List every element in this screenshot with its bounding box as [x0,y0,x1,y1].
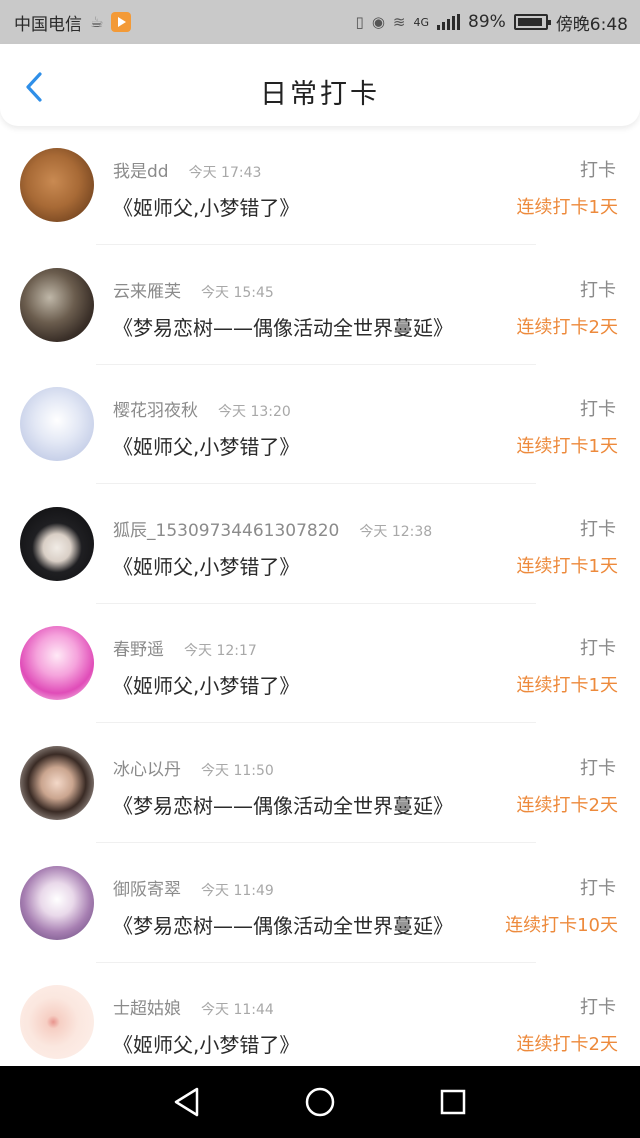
course-title: 《姬师父,小梦错了》 [113,674,300,699]
checkin-type: 打卡 [580,997,616,1019]
checkin-type: 打卡 [580,638,616,660]
course-title: 《梦易恋树——偶像活动全世界蔓延》 [113,913,453,938]
checkin-type: 打卡 [580,399,616,421]
username[interactable]: 樱花羽夜秋 [113,396,198,421]
username[interactable]: 云来雁芙 [113,277,181,302]
username[interactable]: 狐辰_15309734461307820 [113,516,339,541]
avatar[interactable] [20,148,94,222]
checkin-type: 打卡 [580,757,616,779]
battery-percent: 89% [468,12,506,32]
list-item[interactable]: 春野遥 今天 12:17 《姬师父,小梦错了》 打卡 连续打卡1天 [0,604,640,724]
timestamp: 今天 17:43 [188,165,262,181]
list-item[interactable]: 我是dd 今天 17:43 《姬师父,小梦错了》 打卡 连续打卡1天 [0,126,640,246]
item-meta: 樱花羽夜秋 今天 13:20 [113,396,291,421]
wifi-icon: ≋ [392,13,406,31]
item-meta: 云来雁芙 今天 15:45 [113,277,274,302]
network-type: 4G [413,15,430,29]
streak-label: 连续打卡1天 [516,675,618,697]
header: 日常打卡 [0,44,640,126]
item-meta: 御阪寄翠 今天 11:49 [113,875,274,900]
avatar[interactable] [20,387,94,462]
recents-square-icon [441,1089,466,1115]
course-title: 《姬师父,小梦错了》 [113,196,300,220]
streak-label: 连续打卡1天 [516,555,618,577]
timestamp: 今天 11:44 [201,1002,274,1019]
status-bar: 中国电信 ☕ ▯ ◉ ≋ 4G 89% 傍晚6:48 [0,0,640,44]
list-item[interactable]: 云来雁芙 今天 15:45 《梦易恋树——偶像活动全世界蔓延》 打卡 连续打卡2… [0,246,640,366]
checkin-list: 我是dd 今天 17:43 《姬师父,小梦错了》 打卡 连续打卡1天 云来雁芙 … [0,126,640,1083]
streak-label: 连续打卡2天 [516,1034,618,1056]
course-title: 《梦易恋树——偶像活动全世界蔓延》 [113,315,453,340]
eye-comfort-icon: ◉ [371,13,385,31]
streak-label: 连续打卡2天 [516,316,618,338]
item-meta: 狐辰_15309734461307820 今天 12:38 [113,516,432,541]
checkin-type: 打卡 [580,877,616,899]
notification-icon: ☕ [90,13,104,31]
avatar[interactable] [20,865,94,940]
item-meta: 士超姑娘 今天 11:44 [113,994,274,1019]
timestamp: 今天 15:45 [201,284,274,301]
nav-home-button[interactable] [300,1082,340,1122]
checkin-type: 打卡 [580,518,616,540]
home-circle-icon [305,1087,335,1117]
timestamp: 今天 13:20 [218,404,291,421]
username[interactable]: 御阪寄翠 [113,875,181,900]
list-item[interactable]: 御阪寄翠 今天 11:49 《梦易恋树——偶像活动全世界蔓延》 打卡 连续打卡1… [0,844,640,964]
signal-icon [437,14,461,30]
carrier-name: 中国电信 [14,14,82,35]
vibrate-icon: ▯ [355,13,364,31]
timestamp: 今天 12:17 [184,643,257,660]
avatar[interactable] [20,506,94,581]
username[interactable]: 冰心以丹 [113,755,181,780]
status-left: 中国电信 ☕ [14,10,132,35]
battery-icon [513,14,551,30]
streak-label: 连续打卡10天 [505,914,618,936]
username[interactable]: 我是dd [113,157,169,182]
checkin-type: 打卡 [580,160,616,181]
clock: 傍晚6:48 [555,14,628,35]
back-triangle-icon [174,1087,198,1117]
avatar[interactable] [20,267,94,342]
list-item[interactable]: 士超姑娘 今天 11:44 《姬师父,小梦错了》 打卡 连续打卡2天 [0,963,640,1083]
nav-back-button[interactable] [167,1082,207,1122]
streak-label: 连续打卡1天 [516,436,618,458]
course-title: 《梦易恋树——偶像活动全世界蔓延》 [113,793,453,818]
page-title: 日常打卡 [260,79,380,110]
username[interactable]: 春野遥 [113,635,164,660]
timestamp: 今天 12:38 [359,523,433,540]
username[interactable]: 士超姑娘 [113,994,181,1019]
course-title: 《姬师父,小梦错了》 [113,554,300,579]
system-nav-bar [0,1066,640,1138]
avatar[interactable] [20,985,94,1060]
item-meta: 我是dd 今天 17:43 [113,157,261,182]
item-meta: 冰心以丹 今天 11:50 [113,755,274,780]
item-meta: 春野遥 今天 12:17 [113,635,257,660]
list-item[interactable]: 樱花羽夜秋 今天 13:20 《姬师父,小梦错了》 打卡 连续打卡1天 [0,365,640,485]
timestamp: 今天 11:49 [201,882,274,899]
avatar[interactable] [20,626,94,701]
nav-recents-button[interactable] [433,1082,473,1122]
status-right: ▯ ◉ ≋ 4G 89% 傍晚6:48 [356,10,628,35]
avatar[interactable] [20,745,94,820]
list-item[interactable]: 冰心以丹 今天 11:50 《梦易恋树——偶像活动全世界蔓延》 打卡 连续打卡2… [0,724,640,844]
streak-label: 连续打卡2天 [516,794,618,816]
course-title: 《姬师父,小梦错了》 [113,1033,300,1058]
timestamp: 今天 11:50 [201,762,274,779]
course-title: 《姬师父,小梦错了》 [113,435,300,460]
streak-label: 连续打卡1天 [516,197,618,218]
checkin-type: 打卡 [580,279,616,301]
list-item[interactable]: 狐辰_15309734461307820 今天 12:38 《姬师父,小梦错了》… [0,485,640,605]
video-app-icon [111,12,132,32]
